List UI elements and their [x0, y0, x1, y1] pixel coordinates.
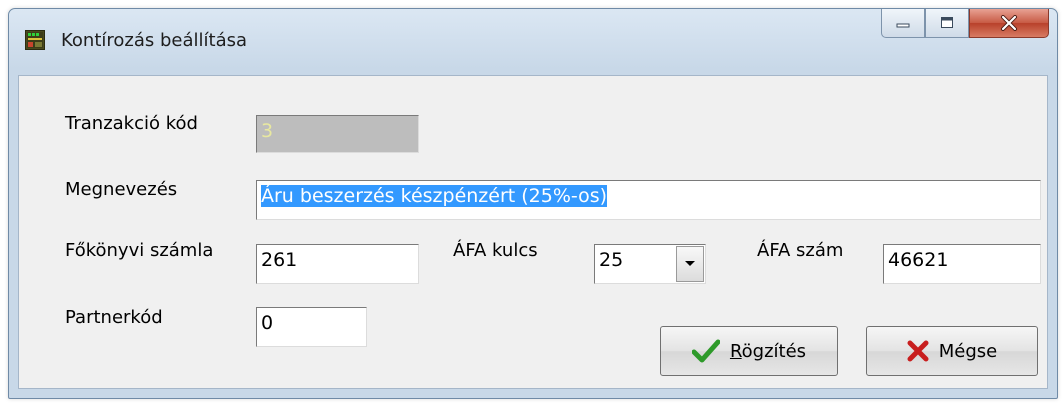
rogzites-button[interactable]: Rögzítés — [660, 326, 838, 376]
dialog-window: Kontírozás beállítása Tranzakció kód 3 M… — [8, 8, 1058, 399]
checkmark-icon — [691, 339, 720, 363]
cross-icon — [907, 340, 929, 362]
afa-kulcs-label: ÁFA kulcs — [453, 240, 538, 261]
afa-kulcs-value: 25 — [599, 249, 624, 271]
megse-button[interactable]: Mégse — [866, 326, 1038, 376]
afa-szam-input[interactable]: 46621 — [883, 244, 1041, 284]
megnevezes-selected-text: Áru beszerzés készpénzért (25%-os) — [261, 185, 608, 207]
afa-szam-label: ÁFA szám — [757, 240, 844, 261]
tranzakcio-kod-field: 3 — [256, 115, 419, 153]
dropdown-arrow-button[interactable] — [676, 246, 704, 282]
megnevezes-label: Megnevezés — [65, 179, 178, 200]
close-icon — [1001, 15, 1017, 31]
close-button[interactable] — [969, 9, 1049, 38]
minimize-icon — [896, 23, 910, 28]
window-title: Kontírozás beállítása — [61, 30, 248, 51]
fokonyvi-szamla-input[interactable]: 261 — [256, 244, 419, 284]
app-grid-icon — [25, 30, 45, 50]
title-bar[interactable]: Kontírozás beállítása — [9, 9, 1057, 75]
dialog-body: Tranzakció kód 3 Megnevezés Áru beszerzé… — [18, 75, 1048, 389]
megnevezes-input[interactable]: Áru beszerzés készpénzért (25%-os) — [256, 180, 1041, 220]
partnerkod-label: Partnerkód — [65, 307, 163, 328]
afa-kulcs-select[interactable]: 25 — [594, 244, 706, 284]
fokonyvi-szamla-label: Főkönyvi számla — [65, 240, 214, 261]
minimize-button[interactable] — [881, 9, 925, 38]
tranzakcio-kod-label: Tranzakció kód — [65, 113, 198, 134]
rogzites-label: Rögzítés — [729, 340, 807, 362]
megse-label: Mégse — [938, 340, 998, 362]
caption-buttons — [881, 9, 1049, 40]
chevron-down-icon — [685, 261, 695, 266]
maximize-icon — [941, 17, 953, 28]
maximize-button[interactable] — [925, 9, 969, 38]
partnerkod-input[interactable]: 0 — [256, 307, 367, 347]
